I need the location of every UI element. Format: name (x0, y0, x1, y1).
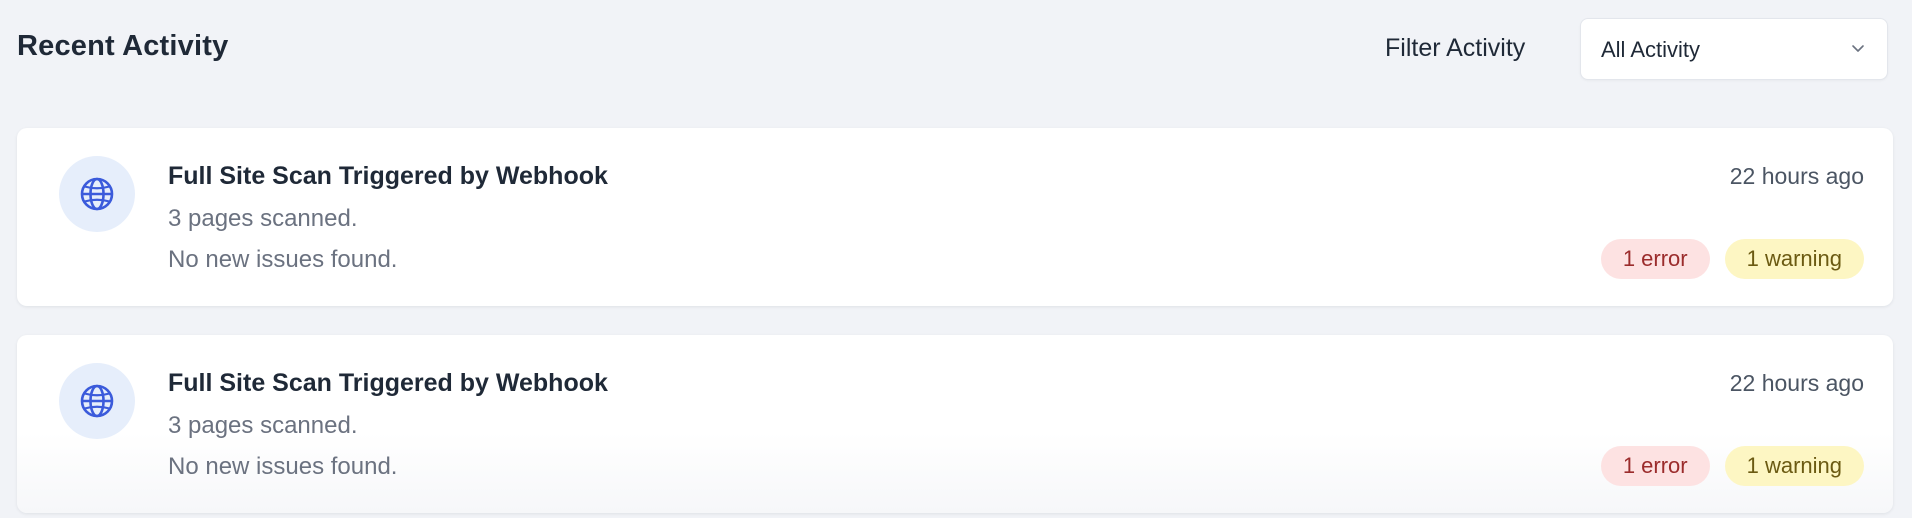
filter-activity-select[interactable]: All Activity (1580, 18, 1888, 80)
activity-timestamp: 22 hours ago (1729, 163, 1864, 189)
globe-icon (80, 384, 114, 418)
activity-title: Full Site Scan Triggered by Webhook (168, 162, 608, 190)
warning-count-badge[interactable]: 1 warning (1724, 446, 1864, 486)
activity-header: Recent Activity Filter Activity All Acti… (17, 18, 1889, 81)
recent-activity-page: Recent Activity Filter Activity All Acti… (0, 0, 1912, 518)
activity-timestamp: 22 hours ago (1729, 370, 1864, 396)
activity-title: Full Site Scan Triggered by Webhook (168, 369, 608, 397)
activity-badges: 1 error 1 warning (1600, 446, 1864, 486)
activity-card[interactable]: Full Site Scan Triggered by Webhook 3 pa… (17, 335, 1893, 513)
activity-icon-badge (59, 156, 135, 232)
globe-icon (80, 177, 114, 211)
error-count-badge[interactable]: 1 error (1600, 446, 1710, 486)
activity-pages-scanned: 3 pages scanned. (168, 412, 358, 439)
activity-card[interactable]: Full Site Scan Triggered by Webhook 3 pa… (17, 128, 1893, 306)
warning-count-badge[interactable]: 1 warning (1724, 239, 1864, 279)
activity-badges: 1 error 1 warning (1600, 239, 1864, 279)
filter-activity-value: All Activity (1601, 37, 1701, 62)
activity-pages-scanned: 3 pages scanned. (168, 205, 358, 232)
chevron-down-icon (1852, 45, 1864, 52)
activity-issues-summary: No new issues found. (168, 453, 398, 480)
activity-icon-badge (59, 363, 135, 439)
error-count-badge[interactable]: 1 error (1600, 239, 1710, 279)
filter-activity-label: Filter Activity (1385, 34, 1526, 62)
page-title: Recent Activity (17, 30, 229, 62)
activity-issues-summary: No new issues found. (168, 246, 398, 273)
